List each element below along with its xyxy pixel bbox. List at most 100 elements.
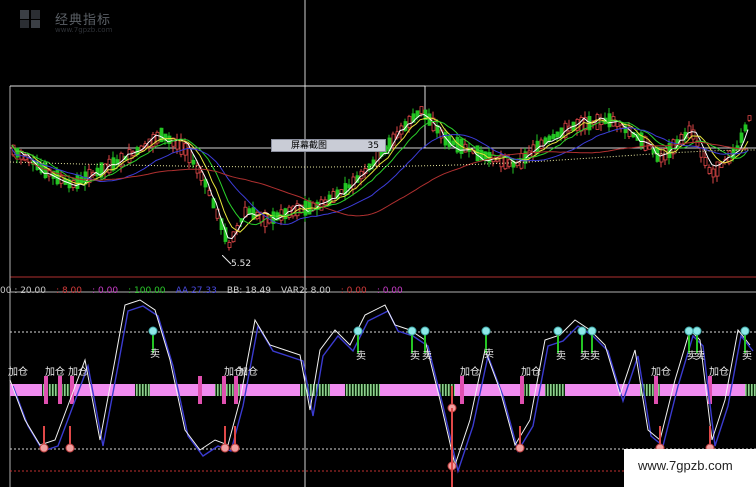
strip-tick: [229, 384, 231, 396]
buy-signal-ball: [515, 443, 525, 453]
candle-body: [15, 147, 20, 158]
candle-body: [199, 171, 204, 181]
candle-body: [539, 139, 544, 149]
strip-tick: [445, 384, 447, 396]
strip-spike: [654, 376, 658, 404]
strip-tick: [226, 384, 228, 396]
strip-tick: [148, 384, 150, 396]
strip-tick: [526, 384, 528, 396]
strip-spike: [222, 376, 226, 404]
screenshot-tooltip-value: 35: [367, 141, 379, 151]
sell-signal-ball: [407, 326, 417, 336]
strip-tick: [220, 384, 222, 396]
strip-tick: [748, 384, 750, 396]
strip-tick: [367, 384, 369, 396]
strip-tick: [751, 384, 753, 396]
strip-tick: [355, 384, 357, 396]
candle-body: [551, 133, 556, 140]
candle-body: [175, 139, 180, 150]
strip-spike: [234, 376, 238, 404]
sell-label: 卖: [590, 351, 600, 362]
candle-body: [451, 140, 456, 146]
candle-body: [743, 124, 748, 132]
chart-canvas[interactable]: [0, 0, 756, 487]
strip-tick: [325, 384, 327, 396]
sell-label: 卖: [422, 351, 432, 362]
logo-subtitle: www.7gpzb.com: [55, 26, 113, 34]
candle-body: [747, 115, 752, 121]
watermark: www.7gpzb.com: [624, 449, 756, 487]
candle-body: [547, 135, 552, 142]
strip-tick: [55, 384, 57, 396]
strip-tick: [301, 384, 303, 396]
indicator-value-5: BB: 18.49: [226, 286, 271, 296]
sell-label: 卖: [742, 351, 752, 362]
buy-signal-ball: [220, 443, 230, 453]
candle-body: [711, 168, 716, 178]
sell-label: 卖: [150, 349, 160, 360]
indicator-value-7: : 0.00: [340, 286, 367, 296]
screenshot-tooltip[interactable]: 屏幕截图 35: [271, 139, 386, 152]
sell-signal-ball: [740, 326, 750, 336]
strip-tick: [64, 384, 66, 396]
strip-tick: [145, 384, 147, 396]
strip-tick: [349, 384, 351, 396]
strip-tick: [49, 384, 51, 396]
add-position-label: 加仓: [709, 367, 729, 378]
candle-body: [111, 157, 116, 171]
sell-signal-ball: [353, 326, 363, 336]
strip-tick: [232, 384, 234, 396]
oscillator-white: [9, 299, 751, 467]
indicator-value-bar: 00 : 20.00 : 8.00 : 0.00 : 100.00 AA 27.…: [0, 278, 408, 296]
candle-body: [739, 132, 744, 143]
strip-tick: [322, 384, 324, 396]
strip-tick: [319, 384, 321, 396]
add-position-label: 加仓: [45, 367, 65, 378]
candle-body: [351, 176, 356, 190]
strip-segment: [530, 384, 545, 396]
add-position-label: 加仓: [238, 367, 258, 378]
candle-body: [75, 175, 80, 189]
strip-spike: [58, 376, 62, 404]
strip-tick: [754, 384, 756, 396]
strip-tick: [139, 384, 141, 396]
add-position-label: 加仓: [521, 367, 541, 378]
strip-tick: [67, 384, 69, 396]
candle-body: [715, 161, 720, 177]
strip-tick: [373, 384, 375, 396]
strip-tick: [364, 384, 366, 396]
buy-signal-ball: [39, 443, 49, 453]
strip-tick: [346, 384, 348, 396]
indicator-value-6: VAR2: 8.00: [281, 286, 331, 296]
candle-body: [555, 131, 560, 138]
sell-signal-ball: [420, 326, 430, 336]
strip-tick: [361, 384, 363, 396]
candle-body: [407, 115, 412, 129]
strip-segment: [330, 384, 345, 396]
candle-body: [619, 124, 624, 129]
candle-body: [643, 136, 648, 151]
indicator-value-2: : 0.00: [92, 286, 119, 296]
strip-tick: [328, 384, 330, 396]
strip-spike: [44, 376, 48, 404]
buy-signal-ball: [230, 443, 240, 453]
strip-tick: [448, 384, 450, 396]
strip-tick: [562, 384, 564, 396]
strip-spike: [198, 376, 202, 404]
sell-label: 卖: [580, 351, 590, 362]
strip-tick: [649, 384, 651, 396]
watermark-text: www.7gpzb.com: [638, 458, 733, 473]
strip-tick: [358, 384, 360, 396]
strip-tick: [238, 384, 240, 396]
strip-tick: [559, 384, 561, 396]
indicator-value-8: : 0.00: [376, 286, 403, 296]
sell-label: 卖: [410, 351, 420, 362]
candle-body: [731, 147, 736, 159]
add-position-label: 加仓: [8, 367, 28, 378]
strip-segment: [455, 384, 520, 396]
sell-signal-ball: [553, 326, 563, 336]
buy-signal-ball: [65, 443, 75, 453]
candle-body: [419, 106, 424, 114]
candle-body: [607, 113, 612, 128]
strip-spike: [460, 376, 464, 404]
